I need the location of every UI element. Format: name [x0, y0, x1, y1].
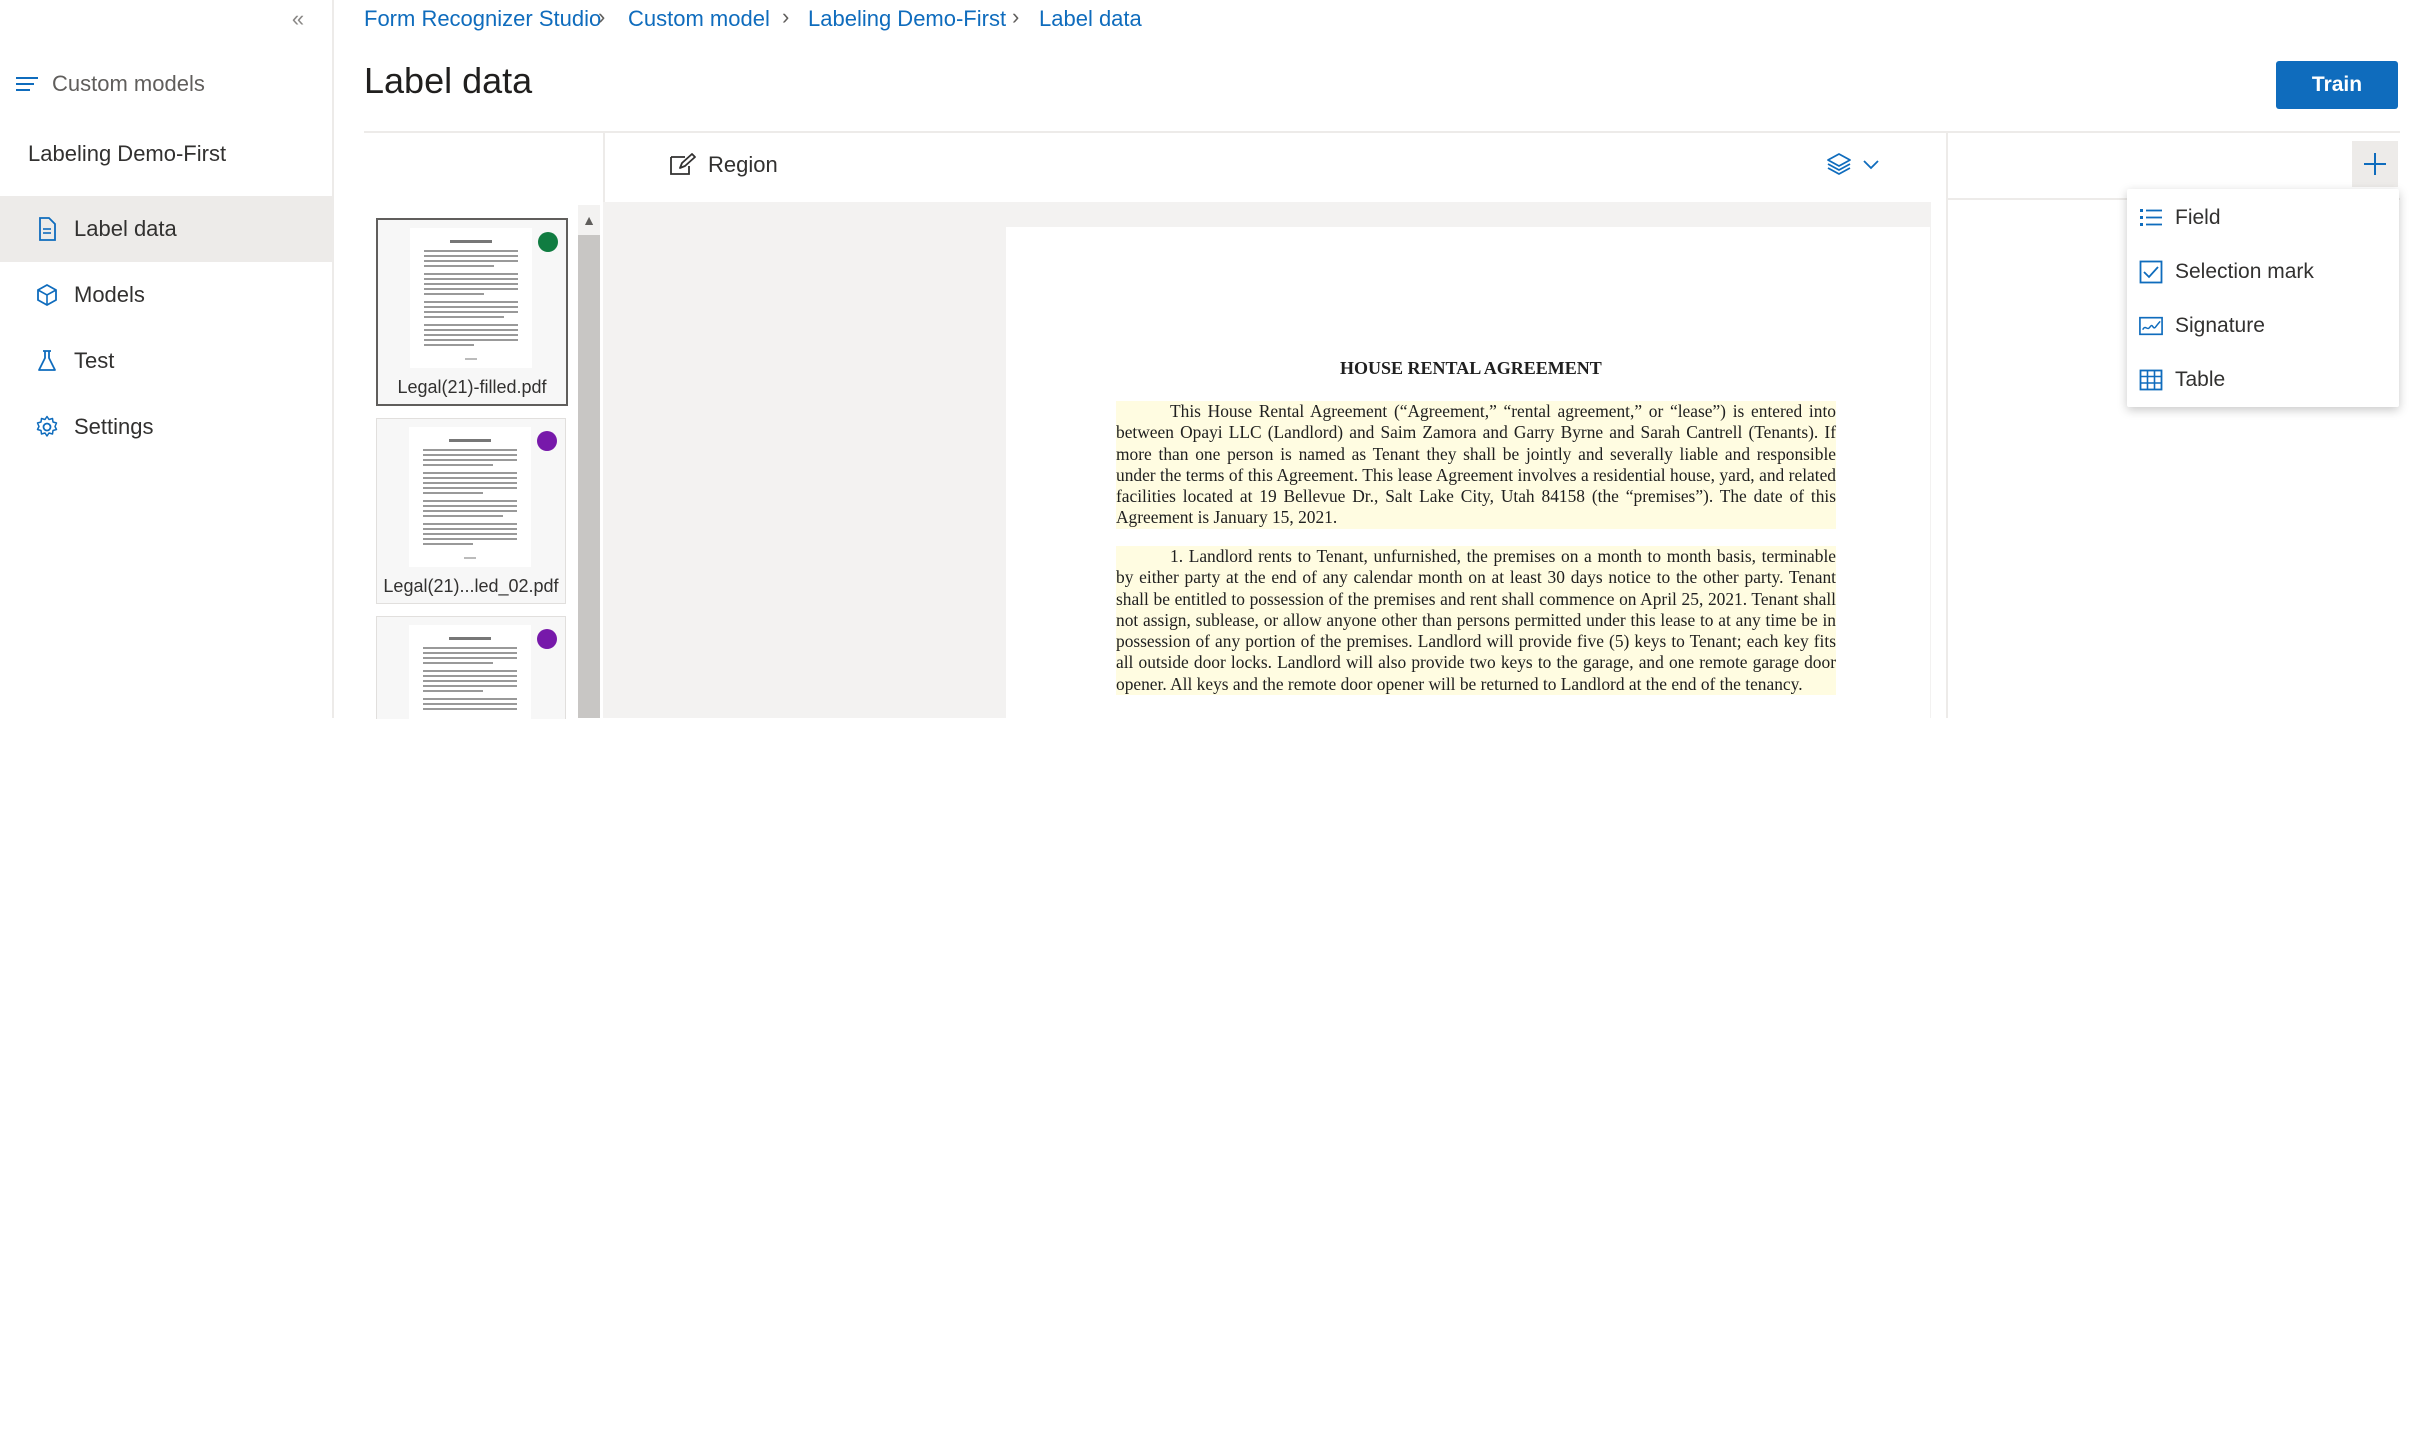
- fields-panel-divider: [1946, 131, 1948, 718]
- menu-item-selection-mark[interactable]: Selection mark: [2127, 245, 2399, 299]
- cube-icon: [34, 282, 60, 308]
- plus-icon: [2362, 151, 2388, 177]
- region-button[interactable]: Region: [668, 152, 778, 178]
- sidebar-item-label: Test: [74, 348, 115, 373]
- table-icon: [2139, 368, 2163, 392]
- menu-item-label: Signature: [2175, 314, 2265, 337]
- menu-item-label: Selection mark: [2175, 260, 2314, 283]
- file-name: Legal(21)...led_02.pdf: [383, 576, 559, 596]
- sidebar-item-models[interactable]: Models: [0, 262, 332, 328]
- breadcrumb-item[interactable]: Custom model: [628, 6, 770, 32]
- add-label-button[interactable]: [2352, 141, 2398, 187]
- thumbnail-page-preview: [409, 625, 531, 719]
- list-icon: [2139, 206, 2163, 230]
- train-button[interactable]: Train: [2276, 61, 2398, 109]
- file-thumbnail[interactable]: Legal(21)...led_02.pdf: [376, 418, 566, 604]
- file-name: Legal(21)-filled.pdf: [397, 377, 547, 397]
- document-title: HOUSE RENTAL AGREEMENT: [1340, 358, 1602, 378]
- breadcrumb-item[interactable]: Form Recognizer Studio: [364, 6, 601, 32]
- menu-item-field[interactable]: Field: [2127, 191, 2399, 245]
- chevron-right-icon: ›: [782, 4, 790, 29]
- layers-icon: [1826, 152, 1852, 176]
- breadcrumb-item-current[interactable]: Label data: [1039, 6, 1142, 32]
- sidebar-header-label: Custom models: [52, 71, 205, 96]
- add-label-menu: Field Selection mark Signature Table: [2127, 189, 2399, 407]
- sidebar-item-label: Label data: [74, 216, 177, 241]
- menu-item-table[interactable]: Table: [2127, 353, 2399, 407]
- file-list-scrollbar[interactable]: [578, 205, 600, 718]
- thumbnail-page-preview: [410, 228, 532, 368]
- status-dot: [537, 629, 557, 649]
- document-icon: [34, 216, 60, 242]
- collapse-sidebar-icon[interactable]: «: [284, 6, 312, 32]
- signature-icon: [2139, 314, 2163, 338]
- sidebar-item-label: Settings: [74, 414, 154, 439]
- sidebar-item-test[interactable]: Test: [0, 328, 332, 394]
- file-thumbnail[interactable]: Legal(21)-filled.pdf: [376, 218, 568, 406]
- flask-icon: [34, 348, 60, 374]
- status-dot: [538, 232, 558, 252]
- sidebar-item-label: Models: [74, 282, 145, 307]
- document-paragraph[interactable]: 1. Landlord rents to Tenant, unfurnished…: [1116, 546, 1836, 696]
- chevron-right-icon: ›: [1012, 4, 1020, 29]
- breadcrumb-item[interactable]: Labeling Demo-First: [808, 6, 1006, 32]
- checkbox-icon: [2139, 260, 2163, 284]
- region-draw-icon: [668, 152, 696, 178]
- document-paragraph[interactable]: This House Rental Agreement (“Agreement,…: [1116, 401, 1836, 529]
- menu-item-label: Field: [2175, 206, 2221, 229]
- menu-item-signature[interactable]: Signature: [2127, 299, 2399, 353]
- file-thumbnail[interactable]: [376, 616, 566, 719]
- page-title: Label data: [364, 60, 533, 101]
- hamburger-icon: [14, 74, 40, 94]
- scroll-up-arrow-icon[interactable]: ▲: [578, 205, 600, 235]
- gear-icon: [34, 414, 60, 440]
- menu-item-label: Table: [2175, 368, 2226, 391]
- chevron-down-icon: [1862, 158, 1880, 170]
- project-name: Labeling Demo-First: [28, 141, 227, 166]
- layers-dropdown[interactable]: [1826, 152, 1880, 176]
- header-divider: [364, 131, 2400, 133]
- region-label: Region: [708, 152, 778, 177]
- status-dot: [537, 431, 557, 451]
- sidebar-item-settings[interactable]: Settings: [0, 394, 332, 460]
- sidebar-header[interactable]: Custom models: [0, 64, 332, 104]
- thumbnail-page-preview: [409, 427, 531, 567]
- chevron-right-icon: ›: [598, 4, 606, 29]
- sidebar-item-label-data[interactable]: Label data: [0, 196, 332, 262]
